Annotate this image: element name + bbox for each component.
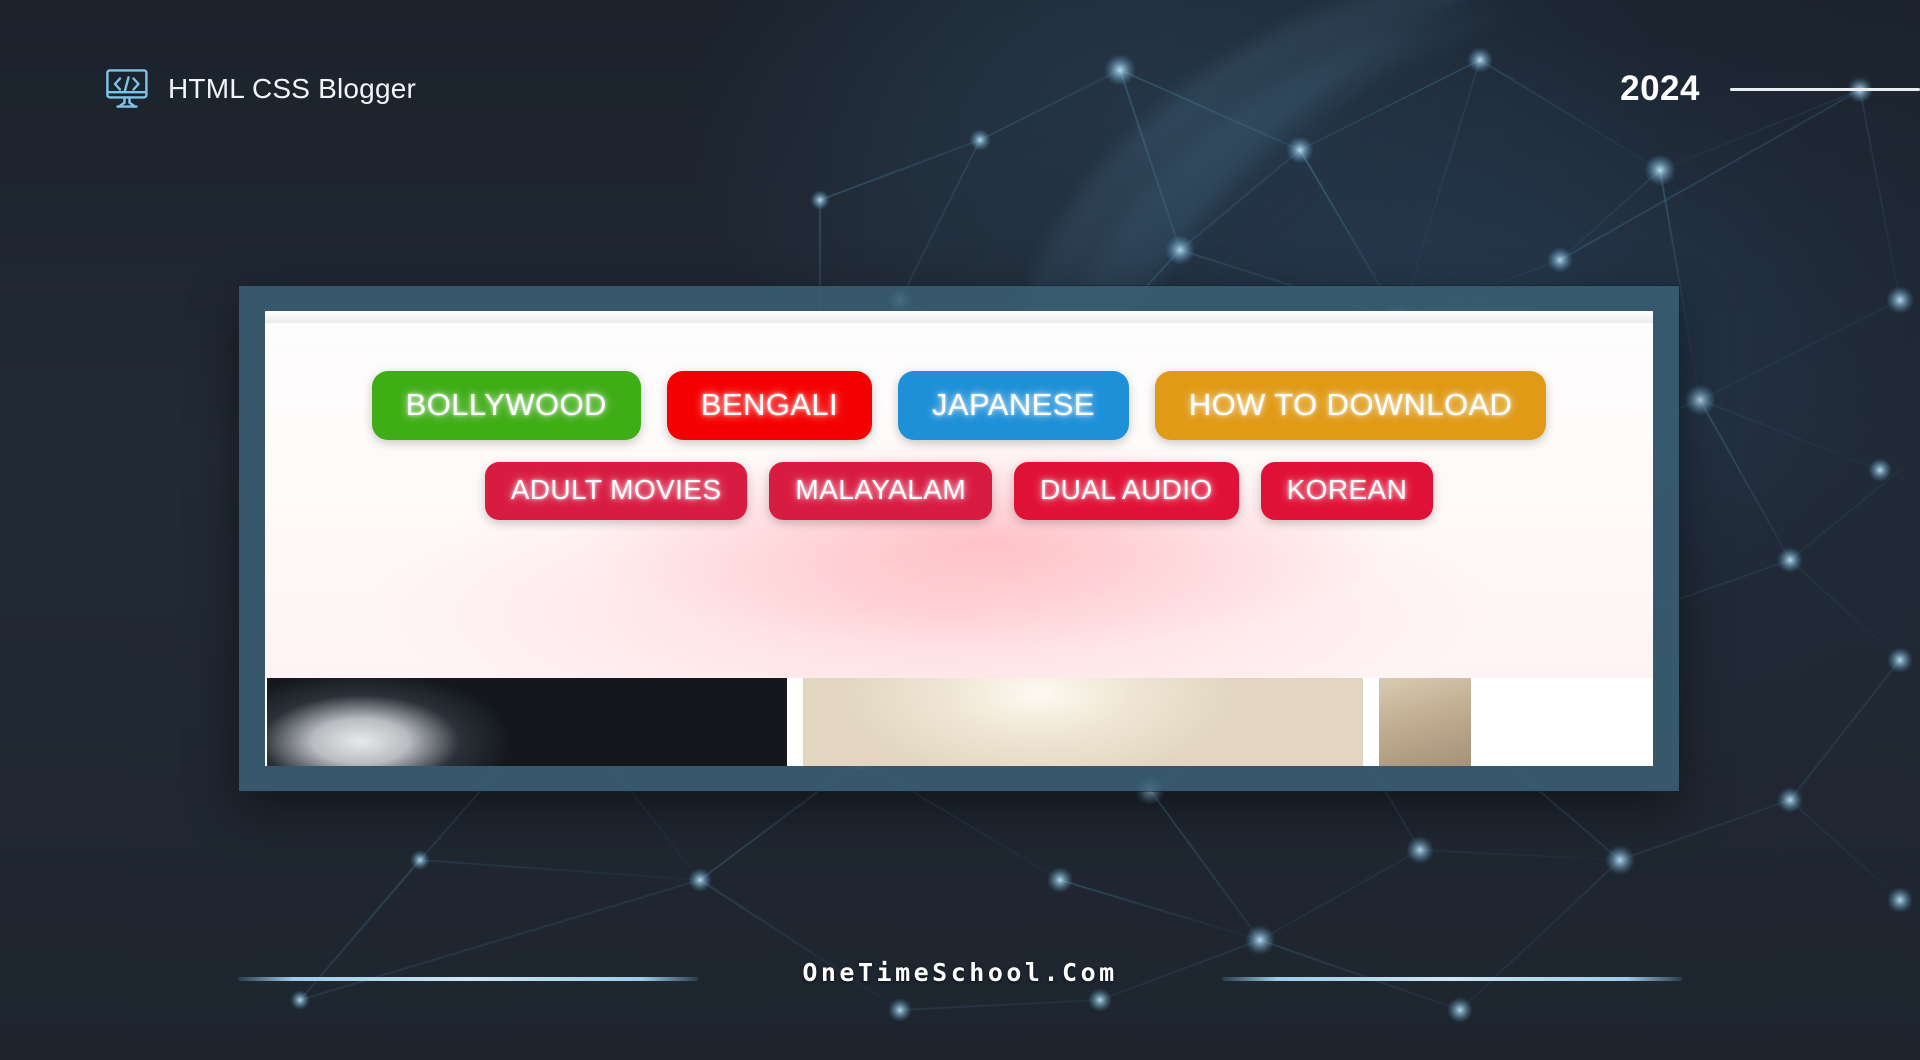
thumbnail-cream-sky[interactable] [803, 678, 1363, 766]
category-button-malayalam[interactable]: MALAYALAM [769, 462, 993, 520]
year-block: 2024 [1620, 54, 1920, 124]
category-button-row-1: BOLLYWOOD BENGALI JAPANESE HOW TO DOWNLO… [265, 371, 1653, 440]
brand: HTML CSS Blogger [104, 54, 416, 124]
thumbnail-dark-movie-still[interactable] [267, 678, 787, 766]
category-button-bengali[interactable]: BENGALI [666, 371, 872, 440]
browser-top-strip [265, 311, 1653, 323]
category-button-bollywood[interactable]: BOLLYWOOD [371, 371, 641, 440]
slide-footer: OneTimeSchool.Com [0, 900, 1920, 1060]
thumbnail-strip [265, 678, 1653, 766]
screenshot-card-frame: BOLLYWOOD BENGALI JAPANESE HOW TO DOWNLO… [239, 286, 1679, 791]
footer-site-name: OneTimeSchool.Com [802, 958, 1118, 987]
screenshot-card-inner: BOLLYWOOD BENGALI JAPANESE HOW TO DOWNLO… [265, 311, 1653, 766]
category-button-grid: BOLLYWOOD BENGALI JAPANESE HOW TO DOWNLO… [265, 371, 1653, 520]
brand-name: HTML CSS Blogger [168, 73, 417, 104]
thumbnail-sand-texture[interactable] [1379, 678, 1471, 766]
slide-header: HTML CSS Blogger 2024 [0, 54, 1920, 124]
category-button-japanese[interactable]: JAPANESE [897, 371, 1129, 440]
code-monitor-icon [106, 69, 148, 108]
slide-stage: HTML CSS Blogger 2024 BOLLYWOOD BENGALI … [0, 0, 1920, 1060]
category-button-korean[interactable]: KOREAN [1260, 462, 1434, 520]
year-rule [1730, 87, 1920, 91]
category-button-row-2: ADULT MOVIES MALAYALAM DUAL AUDIO KOREAN [265, 462, 1653, 520]
year-label: 2024 [1620, 69, 1700, 108]
category-button-adult-movies[interactable]: ADULT MOVIES [484, 462, 748, 520]
category-button-dual-audio[interactable]: DUAL AUDIO [1014, 462, 1239, 520]
category-button-how-to-download[interactable]: HOW TO DOWNLOAD [1154, 371, 1547, 440]
